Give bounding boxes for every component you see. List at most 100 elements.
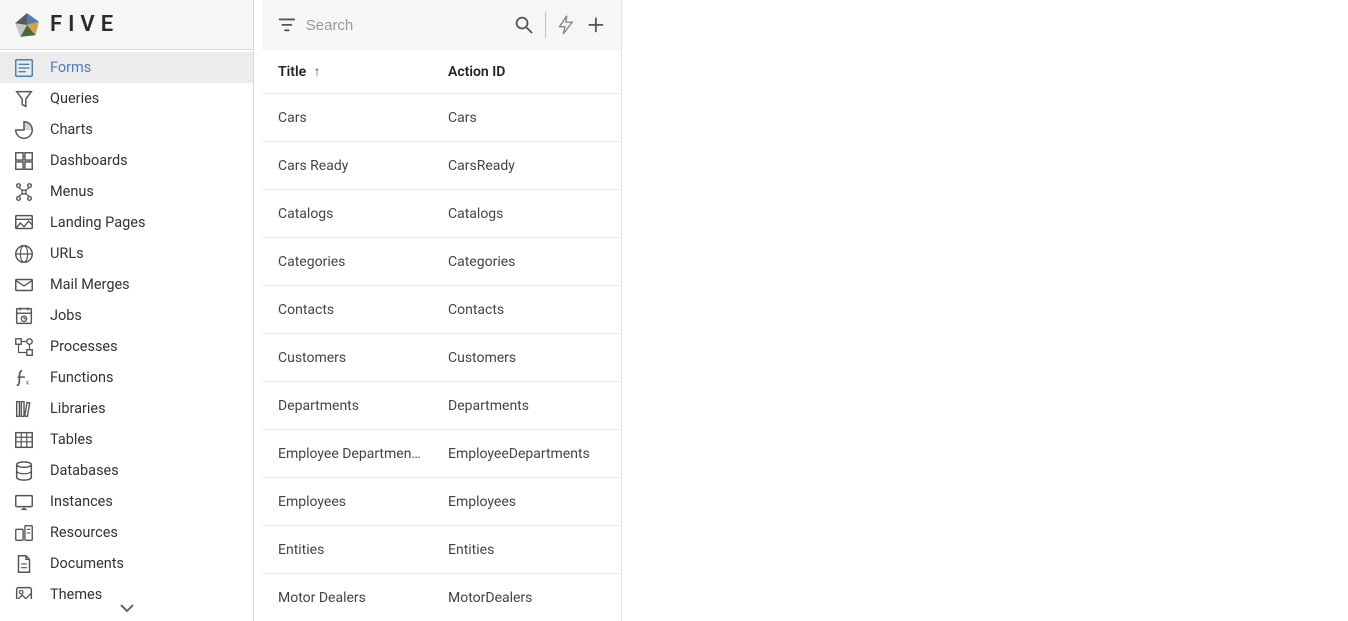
cell-title: Employees	[278, 494, 448, 510]
detail-pane	[622, 0, 1348, 621]
sidebar-item-instances[interactable]: Instances	[0, 486, 253, 517]
cell-action-id: Customers	[448, 350, 605, 366]
sort-arrow-icon: ↑	[314, 64, 321, 80]
sidebar-item-resources[interactable]: Resources	[0, 517, 253, 548]
table-row[interactable]: Cars ReadyCarsReady	[262, 142, 621, 190]
dashboard-icon	[12, 149, 36, 173]
column-header-title-label: Title	[278, 64, 306, 80]
cell-title: Employee Departmen…	[278, 446, 448, 462]
sidebar-item-label: Landing Pages	[50, 214, 145, 231]
filter-icon[interactable]	[276, 14, 298, 36]
cell-action-id: EmployeeDepartments	[448, 446, 605, 462]
cell-title: Contacts	[278, 302, 448, 318]
add-icon[interactable]	[585, 14, 607, 36]
sidebar-item-mail-merges[interactable]: Mail Merges	[0, 269, 253, 300]
cell-action-id: Contacts	[448, 302, 605, 318]
sidebar-item-charts[interactable]: Charts	[0, 114, 253, 145]
sidebar-item-tables[interactable]: Tables	[0, 424, 253, 455]
resource-icon	[12, 521, 36, 545]
query-icon	[12, 87, 36, 111]
table-row[interactable]: DepartmentsDepartments	[262, 382, 621, 430]
table-row[interactable]: EntitiesEntities	[262, 526, 621, 574]
table-row[interactable]: CustomersCustomers	[262, 334, 621, 382]
cell-action-id: CarsReady	[448, 158, 605, 174]
cell-title: Cars Ready	[278, 158, 448, 174]
table-header-row: Title ↑ Action ID	[262, 50, 621, 94]
cell-title: Customers	[278, 350, 448, 366]
cell-title: Cars	[278, 110, 448, 126]
table-row[interactable]: CatalogsCatalogs	[262, 190, 621, 238]
cell-title: Catalogs	[278, 206, 448, 222]
sidebar-item-dashboards[interactable]: Dashboards	[0, 145, 253, 176]
sidebar-item-label: Forms	[50, 59, 91, 76]
sidebar-item-label: Databases	[50, 462, 119, 479]
sidebar-item-label: Tables	[50, 431, 93, 448]
sidebar-item-label: Jobs	[50, 307, 82, 324]
sidebar-item-label: Functions	[50, 369, 113, 386]
database-icon	[12, 459, 36, 483]
library-icon	[12, 397, 36, 421]
column-header-title[interactable]: Title ↑	[278, 63, 448, 80]
toolbar-divider	[545, 12, 546, 38]
sidebar-item-processes[interactable]: Processes	[0, 331, 253, 362]
sidebar-item-functions[interactable]: x Functions	[0, 362, 253, 393]
sidebar-header: FIVE	[0, 0, 253, 50]
cell-title: Entities	[278, 542, 448, 558]
sidebar-item-label: Queries	[50, 90, 99, 107]
table-row[interactable]: ContactsContacts	[262, 286, 621, 334]
cell-action-id: Cars	[448, 110, 605, 126]
table-row[interactable]: EmployeesEmployees	[262, 478, 621, 526]
bolt-icon[interactable]	[555, 14, 577, 36]
function-icon: x	[12, 366, 36, 390]
sidebar-item-label: URLs	[50, 245, 84, 262]
cell-action-id: MotorDealers	[448, 590, 605, 606]
process-icon	[12, 335, 36, 359]
table-row[interactable]: CategoriesCategories	[262, 238, 621, 286]
sidebar-item-label: Charts	[50, 121, 93, 138]
sidebar-item-label: Menus	[50, 183, 94, 200]
cell-action-id: Catalogs	[448, 206, 605, 222]
sidebar-item-themes[interactable]: Themes	[0, 579, 253, 599]
sidebar-item-queries[interactable]: Queries	[0, 83, 253, 114]
list-toolbar	[262, 0, 621, 50]
sidebar-item-databases[interactable]: Databases	[0, 455, 253, 486]
sidebar-more-icon[interactable]	[0, 599, 253, 621]
chart-icon	[12, 118, 36, 142]
menu-icon	[12, 180, 36, 204]
sidebar-item-landing-pages[interactable]: Landing Pages	[0, 207, 253, 238]
sidebar-item-label: Instances	[50, 493, 113, 510]
job-icon	[12, 304, 36, 328]
cell-action-id: Categories	[448, 254, 605, 270]
forms-table: Title ↑ Action ID CarsCarsCars ReadyCars…	[262, 50, 621, 621]
sidebar-item-label: Libraries	[50, 400, 106, 417]
cell-title: Motor Dealers	[278, 590, 448, 606]
theme-icon	[12, 583, 36, 600]
sidebar-item-libraries[interactable]: Libraries	[0, 393, 253, 424]
cell-action-id: Employees	[448, 494, 605, 510]
sidebar-item-label: Documents	[50, 555, 124, 572]
sidebar-item-forms[interactable]: Forms	[0, 52, 253, 83]
cell-action-id: Departments	[448, 398, 605, 414]
sidebar-item-label: Mail Merges	[50, 276, 130, 293]
table-row[interactable]: CarsCars	[262, 94, 621, 142]
sidebar-item-jobs[interactable]: Jobs	[0, 300, 253, 331]
landing-icon	[12, 211, 36, 235]
document-icon	[12, 552, 36, 576]
cell-title: Departments	[278, 398, 448, 414]
table-row[interactable]: Employee Departmen…EmployeeDepartments	[262, 430, 621, 478]
search-input[interactable]	[306, 17, 505, 34]
sidebar-item-documents[interactable]: Documents	[0, 548, 253, 579]
column-header-action-id-label: Action ID	[448, 64, 505, 80]
cell-title: Categories	[278, 254, 448, 270]
cell-action-id: Entities	[448, 542, 605, 558]
table-row[interactable]: Motor DealersMotorDealers	[262, 574, 621, 621]
logo-icon	[10, 8, 44, 42]
sidebar-item-menus[interactable]: Menus	[0, 176, 253, 207]
sidebar-item-label: Dashboards	[50, 152, 128, 169]
content-panel: Title ↑ Action ID CarsCarsCars ReadyCars…	[262, 0, 622, 621]
search-icon[interactable]	[513, 14, 535, 36]
sidebar: FIVE Forms Queries Charts Dashboards Menus La…	[0, 0, 254, 621]
column-header-action-id[interactable]: Action ID	[448, 64, 605, 80]
sidebar-items: Forms Queries Charts Dashboards Menus Landing…	[0, 50, 253, 599]
sidebar-item-urls[interactable]: URLs	[0, 238, 253, 269]
